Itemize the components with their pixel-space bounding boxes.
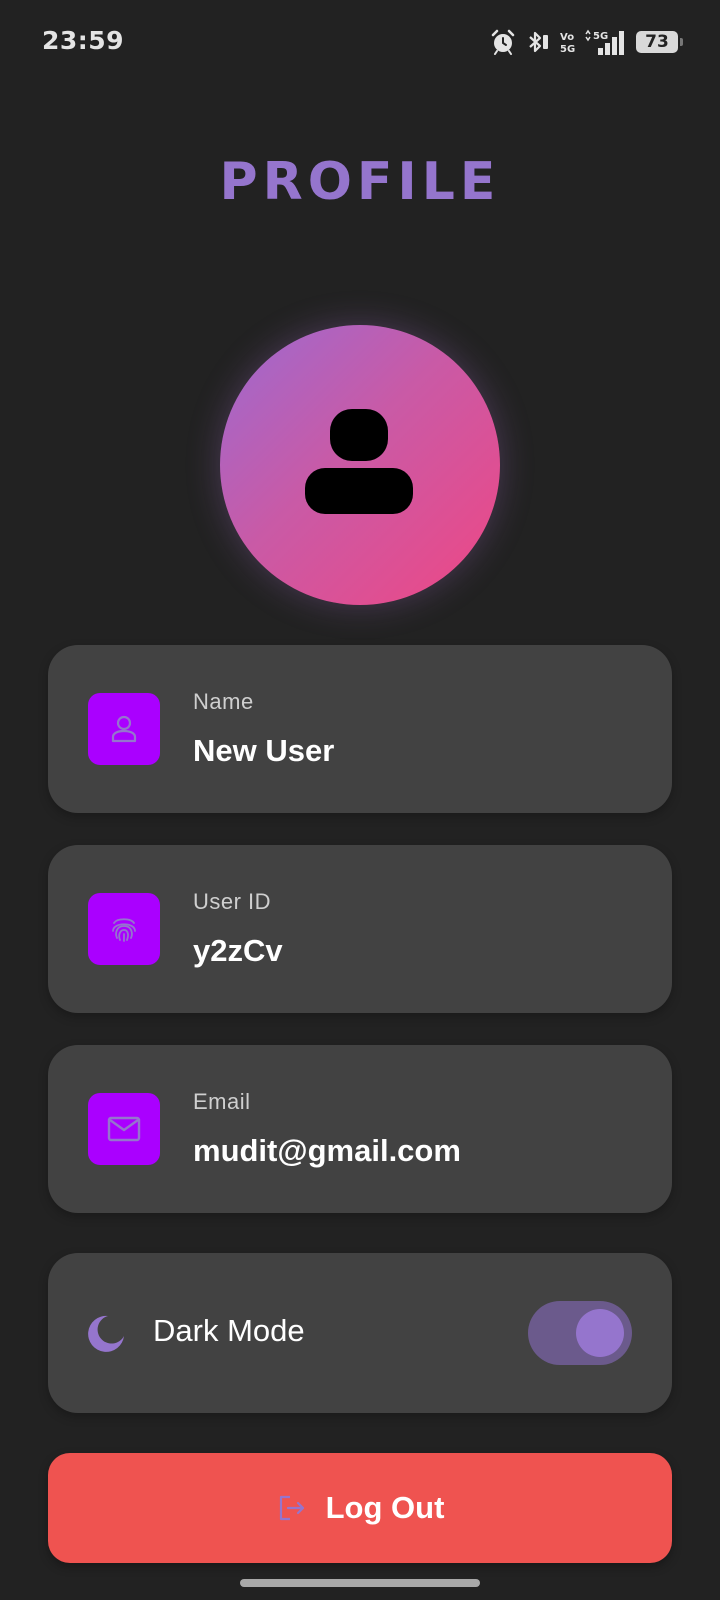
battery-icon: 73 [636,31,683,53]
svg-text:5G: 5G [560,44,575,55]
toggle-knob [576,1309,624,1357]
avatar[interactable] [220,325,500,605]
svg-text:Vo: Vo [560,32,574,43]
dark-mode-card: Dark Mode [48,1253,672,1413]
person-icon [111,715,137,743]
user-id-icon-box [88,893,160,965]
signal-icon: 5G [584,28,628,56]
moon-icon [88,1315,124,1352]
name-card[interactable]: Name New User [48,645,672,813]
dark-mode-label: Dark Mode [153,1313,305,1348]
logout-icon [279,1495,304,1521]
name-icon-box [88,693,160,765]
email-card[interactable]: Email mudit@gmail.com [48,1045,672,1213]
status-time: 23:59 [42,26,125,55]
fingerprint-icon [112,918,136,942]
svg-text:5G: 5G [593,31,608,42]
person-icon [305,409,413,514]
battery-level: 73 [645,32,669,52]
name-value: New User [193,733,335,768]
dark-mode-toggle[interactable] [528,1301,632,1365]
user-id-label: User ID [193,889,272,914]
logout-label: Log Out [325,1490,445,1525]
name-label: Name [193,689,254,714]
email-icon-box [88,1093,160,1165]
status-icons: Vo 5G 5G 73 [490,26,683,58]
logout-button[interactable]: Log Out [48,1453,672,1563]
bluetooth-icon [524,29,550,55]
user-id-value: y2zCv [193,933,283,968]
email-value: mudit@gmail.com [193,1133,461,1168]
home-indicator[interactable] [240,1579,480,1587]
user-id-card[interactable]: User ID y2zCv [48,845,672,1013]
volte-icon: Vo 5G [558,29,576,55]
email-label: Email [193,1089,251,1114]
alarm-icon [490,29,516,55]
page-title: PROFILE [219,152,501,212]
status-bar: 23:59 Vo 5G 5G 73 [0,0,720,84]
mail-icon [107,1116,141,1142]
